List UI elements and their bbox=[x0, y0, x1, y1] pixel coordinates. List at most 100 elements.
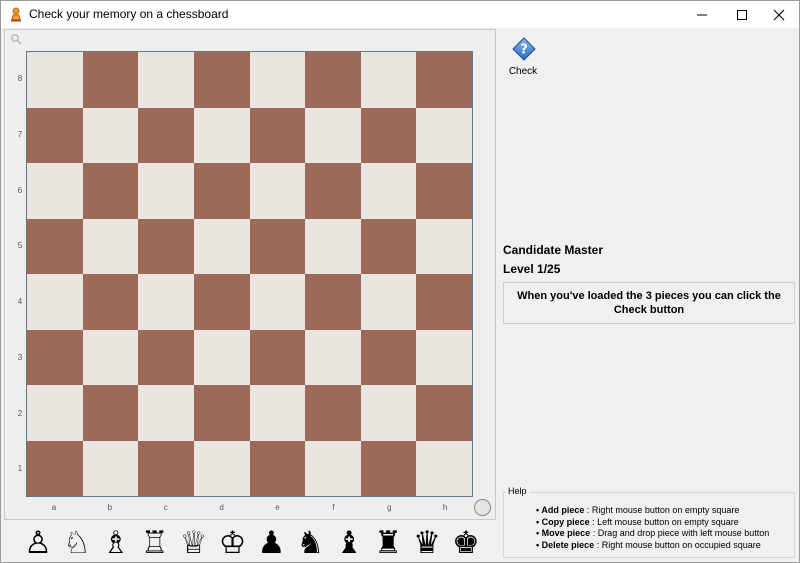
square-c1[interactable] bbox=[138, 440, 194, 496]
square-d7[interactable] bbox=[193, 107, 250, 163]
square-g4[interactable] bbox=[360, 274, 417, 330]
black-knight-icon[interactable]: ♞ bbox=[293, 525, 327, 561]
black-pawn-icon[interactable]: ♟ bbox=[254, 525, 288, 561]
black-king-icon[interactable]: ♚ bbox=[449, 525, 483, 561]
rank-label: 1 bbox=[17, 464, 23, 474]
turn-indicator bbox=[474, 499, 491, 516]
square-g7[interactable] bbox=[360, 107, 417, 163]
help-item: Move piece : Drag and drop piece with le… bbox=[536, 528, 770, 540]
square-a8[interactable] bbox=[27, 52, 83, 108]
square-a1[interactable] bbox=[27, 440, 83, 496]
maximize-button[interactable] bbox=[721, 1, 763, 28]
square-e7[interactable] bbox=[249, 107, 306, 163]
square-g6[interactable] bbox=[360, 163, 417, 219]
help-item: Copy piece : Left mouse button on empty … bbox=[536, 517, 769, 529]
square-b7[interactable] bbox=[82, 107, 139, 163]
white-bishop-icon[interactable]: ♗ bbox=[99, 525, 133, 561]
square-f1[interactable] bbox=[305, 440, 361, 496]
file-label: g bbox=[387, 503, 392, 512]
square-g1[interactable] bbox=[360, 440, 417, 496]
white-rook-icon[interactable]: ♖ bbox=[138, 525, 172, 561]
square-h5[interactable] bbox=[416, 218, 472, 274]
square-e5[interactable] bbox=[249, 218, 306, 274]
square-b5[interactable] bbox=[82, 218, 139, 274]
square-d4[interactable] bbox=[193, 274, 250, 330]
square-f8[interactable] bbox=[305, 52, 361, 108]
square-e2[interactable] bbox=[249, 385, 306, 441]
square-e4[interactable] bbox=[249, 274, 306, 330]
square-f2[interactable] bbox=[305, 385, 361, 441]
square-d8[interactable] bbox=[193, 52, 250, 108]
white-knight-icon[interactable]: ♘ bbox=[60, 525, 94, 561]
square-c7[interactable] bbox=[138, 107, 194, 163]
black-bishop-icon[interactable]: ♝ bbox=[332, 525, 366, 561]
square-f3[interactable] bbox=[305, 329, 361, 385]
square-f6[interactable] bbox=[305, 163, 361, 219]
square-d6[interactable] bbox=[193, 163, 250, 219]
square-e6[interactable] bbox=[249, 163, 306, 219]
white-king-icon[interactable]: ♔ bbox=[216, 525, 250, 561]
square-h4[interactable] bbox=[416, 274, 472, 330]
square-a6[interactable] bbox=[27, 163, 83, 219]
square-h8[interactable] bbox=[416, 52, 472, 108]
square-e1[interactable] bbox=[249, 440, 306, 496]
file-label: f bbox=[332, 503, 335, 512]
square-h7[interactable] bbox=[416, 107, 472, 163]
white-queen-icon[interactable]: ♕ bbox=[177, 525, 211, 561]
square-e3[interactable] bbox=[249, 329, 306, 385]
title-bar: Check your memory on a chessboard bbox=[1, 1, 799, 28]
square-f5[interactable] bbox=[305, 218, 361, 274]
square-b2[interactable] bbox=[82, 385, 139, 441]
square-c2[interactable] bbox=[138, 385, 194, 441]
file-label: h bbox=[442, 503, 448, 512]
square-b1[interactable] bbox=[82, 440, 139, 496]
square-c5[interactable] bbox=[138, 218, 194, 274]
chess-pawn-app-icon bbox=[11, 7, 21, 22]
square-b6[interactable] bbox=[82, 163, 139, 219]
square-f4[interactable] bbox=[305, 274, 361, 330]
square-g3[interactable] bbox=[360, 329, 417, 385]
minimize-button[interactable] bbox=[681, 1, 723, 28]
square-a4[interactable] bbox=[27, 274, 83, 330]
level-name: Candidate Master bbox=[503, 243, 604, 257]
check-button[interactable]: ? Check bbox=[504, 37, 542, 81]
square-a3[interactable] bbox=[27, 329, 83, 385]
square-c8[interactable] bbox=[138, 52, 194, 108]
square-f7[interactable] bbox=[305, 107, 361, 163]
chessboard[interactable] bbox=[26, 51, 473, 497]
square-e8[interactable] bbox=[249, 52, 306, 108]
square-g5[interactable] bbox=[360, 218, 417, 274]
board-panel: 8 7 6 5 4 3 2 1 a b c d e f g h bbox=[4, 29, 496, 520]
square-g2[interactable] bbox=[360, 385, 417, 441]
help-action: Move piece bbox=[541, 528, 591, 538]
square-c4[interactable] bbox=[138, 274, 194, 330]
square-b4[interactable] bbox=[82, 274, 139, 330]
square-c3[interactable] bbox=[138, 329, 194, 385]
square-d3[interactable] bbox=[193, 329, 250, 385]
black-rook-icon[interactable]: ♜ bbox=[371, 525, 405, 561]
square-c6[interactable] bbox=[138, 163, 194, 219]
square-a7[interactable] bbox=[27, 107, 83, 163]
white-pawn-icon[interactable]: ♙ bbox=[21, 525, 55, 561]
square-h2[interactable] bbox=[416, 385, 472, 441]
rank-label: 2 bbox=[17, 408, 23, 418]
help-action: Delete piece bbox=[541, 539, 595, 550]
square-d5[interactable] bbox=[193, 218, 250, 274]
file-label: e bbox=[275, 503, 280, 512]
square-b8[interactable] bbox=[82, 52, 139, 108]
square-b3[interactable] bbox=[82, 329, 139, 385]
black-queen-icon[interactable]: ♛ bbox=[410, 525, 444, 561]
file-label: c bbox=[163, 503, 168, 512]
square-a2[interactable] bbox=[27, 385, 83, 441]
square-d2[interactable] bbox=[193, 385, 250, 441]
square-h3[interactable] bbox=[416, 329, 472, 385]
close-button[interactable] bbox=[758, 1, 799, 28]
square-d1[interactable] bbox=[193, 440, 250, 496]
app-window: Check your memory on a chessboard 8 7 6 5 4 3… bbox=[0, 0, 800, 563]
square-h6[interactable] bbox=[416, 163, 472, 219]
square-h1[interactable] bbox=[416, 440, 472, 496]
help-item: Delete piece : Right mouse button on occ… bbox=[536, 540, 769, 552]
magnifier-icon[interactable] bbox=[10, 33, 22, 45]
square-g8[interactable] bbox=[360, 52, 417, 108]
square-a5[interactable] bbox=[27, 218, 83, 274]
